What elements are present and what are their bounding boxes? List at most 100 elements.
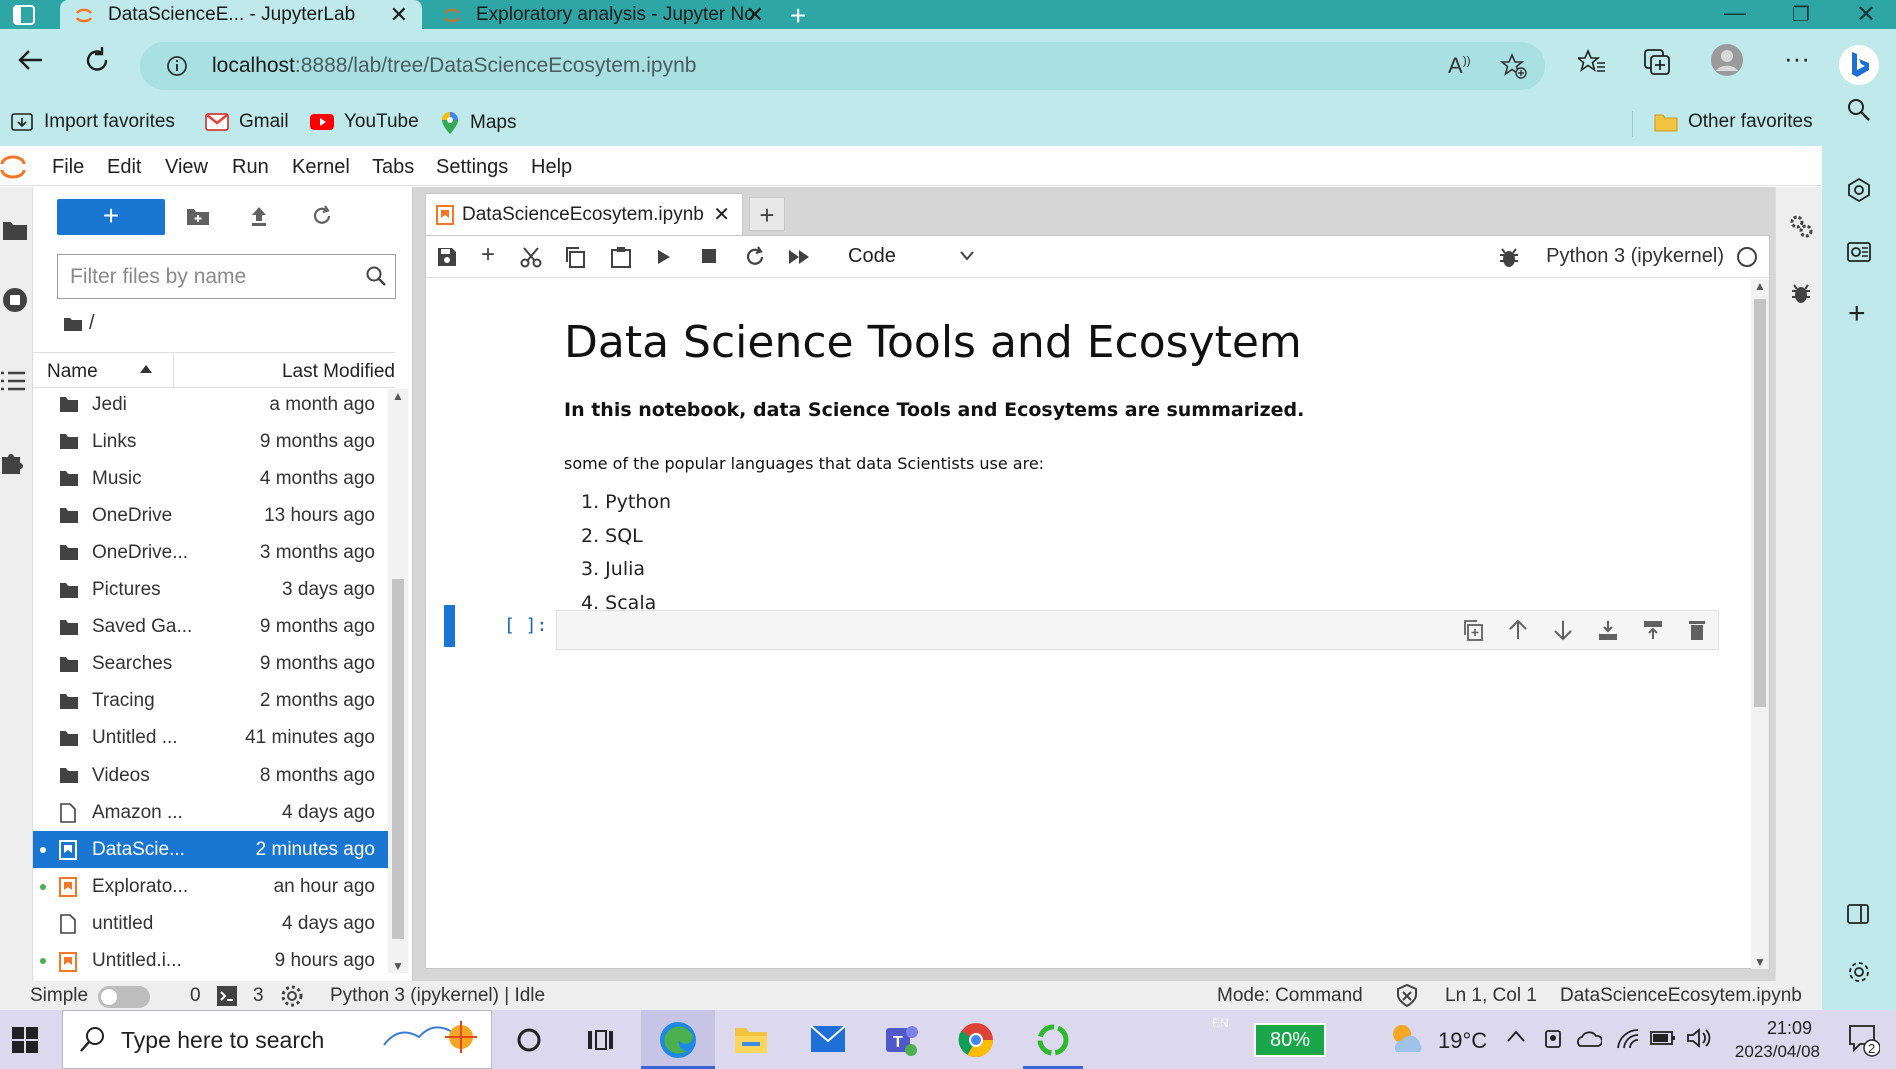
- last-modified-column-header[interactable]: Last Modified: [282, 361, 395, 383]
- file-row[interactable]: OneDrive... 3 months ago: [33, 534, 388, 571]
- menu-file[interactable]: File: [52, 156, 84, 179]
- file-row[interactable]: Jedi a month ago: [33, 386, 388, 423]
- app-taskbar-button[interactable]: [1023, 1010, 1083, 1069]
- breadcrumb[interactable]: /: [63, 312, 95, 335]
- simple-mode-toggle[interactable]: [98, 986, 150, 1008]
- copy-icon[interactable]: [564, 246, 586, 268]
- menu-help[interactable]: Help: [531, 156, 572, 179]
- back-icon[interactable]: [16, 45, 46, 75]
- name-column-header[interactable]: Name: [47, 361, 98, 383]
- file-row[interactable]: Amazon ... 4 days ago: [33, 794, 388, 831]
- mail-icon[interactable]: [810, 1025, 846, 1053]
- new-folder-icon[interactable]: [186, 206, 210, 226]
- debugger-bug-icon[interactable]: [1790, 281, 1812, 305]
- collections-icon[interactable]: [1642, 47, 1672, 77]
- file-row[interactable]: Saved Ga... 9 months ago: [33, 609, 388, 646]
- restart-kernel-icon[interactable]: [744, 246, 766, 268]
- settings-gear-icon[interactable]: [1846, 959, 1872, 985]
- file-row[interactable]: DataScie... 2 minutes ago: [33, 831, 388, 869]
- battery-icon[interactable]: [1650, 1030, 1676, 1046]
- upload-icon[interactable]: [249, 205, 269, 227]
- tab-actions-icon[interactable]: [12, 4, 36, 26]
- file-row[interactable]: Videos 8 months ago: [33, 757, 388, 794]
- insert-cell-icon[interactable]: +: [481, 241, 495, 269]
- file-explorer-icon[interactable]: [734, 1024, 768, 1054]
- meet-now-icon[interactable]: [1544, 1028, 1564, 1050]
- windows-start-icon[interactable]: [12, 1027, 38, 1053]
- onedrive-icon[interactable]: [1576, 1030, 1602, 1048]
- weather-icon[interactable]: [1388, 1022, 1428, 1056]
- filter-files-input[interactable]: [70, 265, 350, 289]
- add-favorite-icon[interactable]: [1500, 53, 1528, 79]
- file-row[interactable]: Searches 9 months ago: [33, 646, 388, 683]
- file-row[interactable]: Links 9 months ago: [33, 423, 388, 460]
- menu-run[interactable]: Run: [232, 156, 269, 179]
- battery-indicator[interactable]: 80%: [1254, 1023, 1326, 1057]
- cortana-icon[interactable]: [516, 1027, 542, 1053]
- menu-edit[interactable]: Edit: [107, 156, 141, 179]
- terminal-count[interactable]: 0: [190, 985, 201, 1007]
- file-row[interactable]: Pictures 3 days ago: [33, 572, 388, 609]
- bing-copilot-icon[interactable]: [1838, 44, 1880, 86]
- more-options-icon[interactable]: ···: [1784, 43, 1810, 74]
- close-tab-icon[interactable]: ✕: [746, 2, 764, 28]
- debugger-bug-icon[interactable]: [1498, 245, 1520, 269]
- profile-avatar-icon[interactable]: [1710, 43, 1744, 77]
- file-list-scrollbar[interactable]: ▲ ▼: [388, 389, 408, 973]
- taskbar-search-box[interactable]: Type here to search: [62, 1010, 492, 1069]
- file-row[interactable]: Untitled.i... 9 hours ago: [33, 943, 388, 980]
- favorite-maps[interactable]: Maps: [440, 111, 516, 135]
- read-aloud-icon[interactable]: A)): [1448, 53, 1471, 79]
- move-cell-up-icon[interactable]: [1507, 619, 1529, 641]
- temperature[interactable]: 19°C: [1438, 1028, 1487, 1054]
- kernel-status[interactable]: Python 3 (ipykernel) | Idle: [330, 985, 545, 1007]
- delete-cell-icon[interactable]: [1687, 619, 1707, 641]
- move-cell-down-icon[interactable]: [1552, 619, 1574, 641]
- minimize-button[interactable]: —: [1724, 0, 1746, 26]
- menu-tabs[interactable]: Tabs: [372, 156, 414, 179]
- property-inspector-icon[interactable]: [1788, 213, 1814, 239]
- new-launcher-tab-button[interactable]: +: [749, 197, 785, 231]
- file-row[interactable]: Music 4 months ago: [33, 460, 388, 497]
- table-of-contents-icon[interactable]: [0, 370, 26, 392]
- hide-sidebar-icon[interactable]: [1846, 903, 1870, 925]
- duplicate-cell-icon[interactable]: [1462, 619, 1484, 641]
- address-bar[interactable]: localhost:8888/lab/tree/DataScienceEcosy…: [140, 42, 1545, 90]
- notebook-scrollbar[interactable]: ▲ ▼: [1751, 279, 1769, 969]
- trusted-shield-icon[interactable]: [1396, 984, 1418, 1008]
- refresh-files-icon[interactable]: [311, 205, 333, 227]
- chevron-up-icon[interactable]: [1506, 1028, 1526, 1044]
- close-notebook-tab-icon[interactable]: ✕: [713, 202, 730, 227]
- file-row[interactable]: OneDrive 13 hours ago: [33, 497, 388, 534]
- extension-manager-icon[interactable]: [0, 449, 26, 475]
- kernel-gear-icon[interactable]: [280, 984, 304, 1008]
- chrome-icon[interactable]: [958, 1022, 994, 1058]
- other-favorites[interactable]: Other favorites: [1654, 111, 1813, 133]
- file-browser-tab-icon[interactable]: [2, 219, 28, 241]
- paste-icon[interactable]: [610, 246, 632, 268]
- filter-files-box[interactable]: [57, 254, 396, 299]
- close-tab-icon[interactable]: ✕: [390, 2, 408, 28]
- file-row[interactable]: untitled 4 days ago: [33, 905, 388, 942]
- active-cell-indicator[interactable]: [444, 605, 455, 647]
- input-language[interactable]: EN: [1212, 1016, 1229, 1030]
- insert-cell-above-icon[interactable]: [1597, 619, 1619, 641]
- system-clock[interactable]: 21:09 2023/04/08: [1730, 1016, 1820, 1064]
- save-icon[interactable]: [436, 246, 458, 268]
- menu-settings[interactable]: Settings: [436, 156, 508, 179]
- notification-icon[interactable]: 2: [1848, 1024, 1880, 1058]
- restore-button[interactable]: ❐: [1792, 2, 1810, 27]
- favorite-gmail[interactable]: Gmail: [205, 111, 289, 133]
- browser-tab-jupyterlab[interactable]: DataScienceE... - JupyterLab ✕: [60, 0, 422, 29]
- favorite-youtube[interactable]: YouTube: [310, 111, 419, 133]
- terminal-icon[interactable]: [216, 985, 238, 1007]
- file-row[interactable]: Tracing 2 months ago: [33, 683, 388, 720]
- menu-kernel[interactable]: Kernel: [292, 156, 350, 179]
- file-row[interactable]: Untitled ... 41 minutes ago: [33, 720, 388, 757]
- file-row[interactable]: Explorato... an hour ago: [33, 868, 388, 905]
- new-tab-button[interactable]: +: [790, 0, 806, 32]
- restart-run-all-icon[interactable]: [788, 249, 812, 265]
- cut-icon[interactable]: [520, 246, 542, 268]
- teams-icon[interactable]: T: [884, 1022, 920, 1058]
- notebook-tab[interactable]: DataScienceEcosytem.ipynb ✕: [425, 193, 743, 235]
